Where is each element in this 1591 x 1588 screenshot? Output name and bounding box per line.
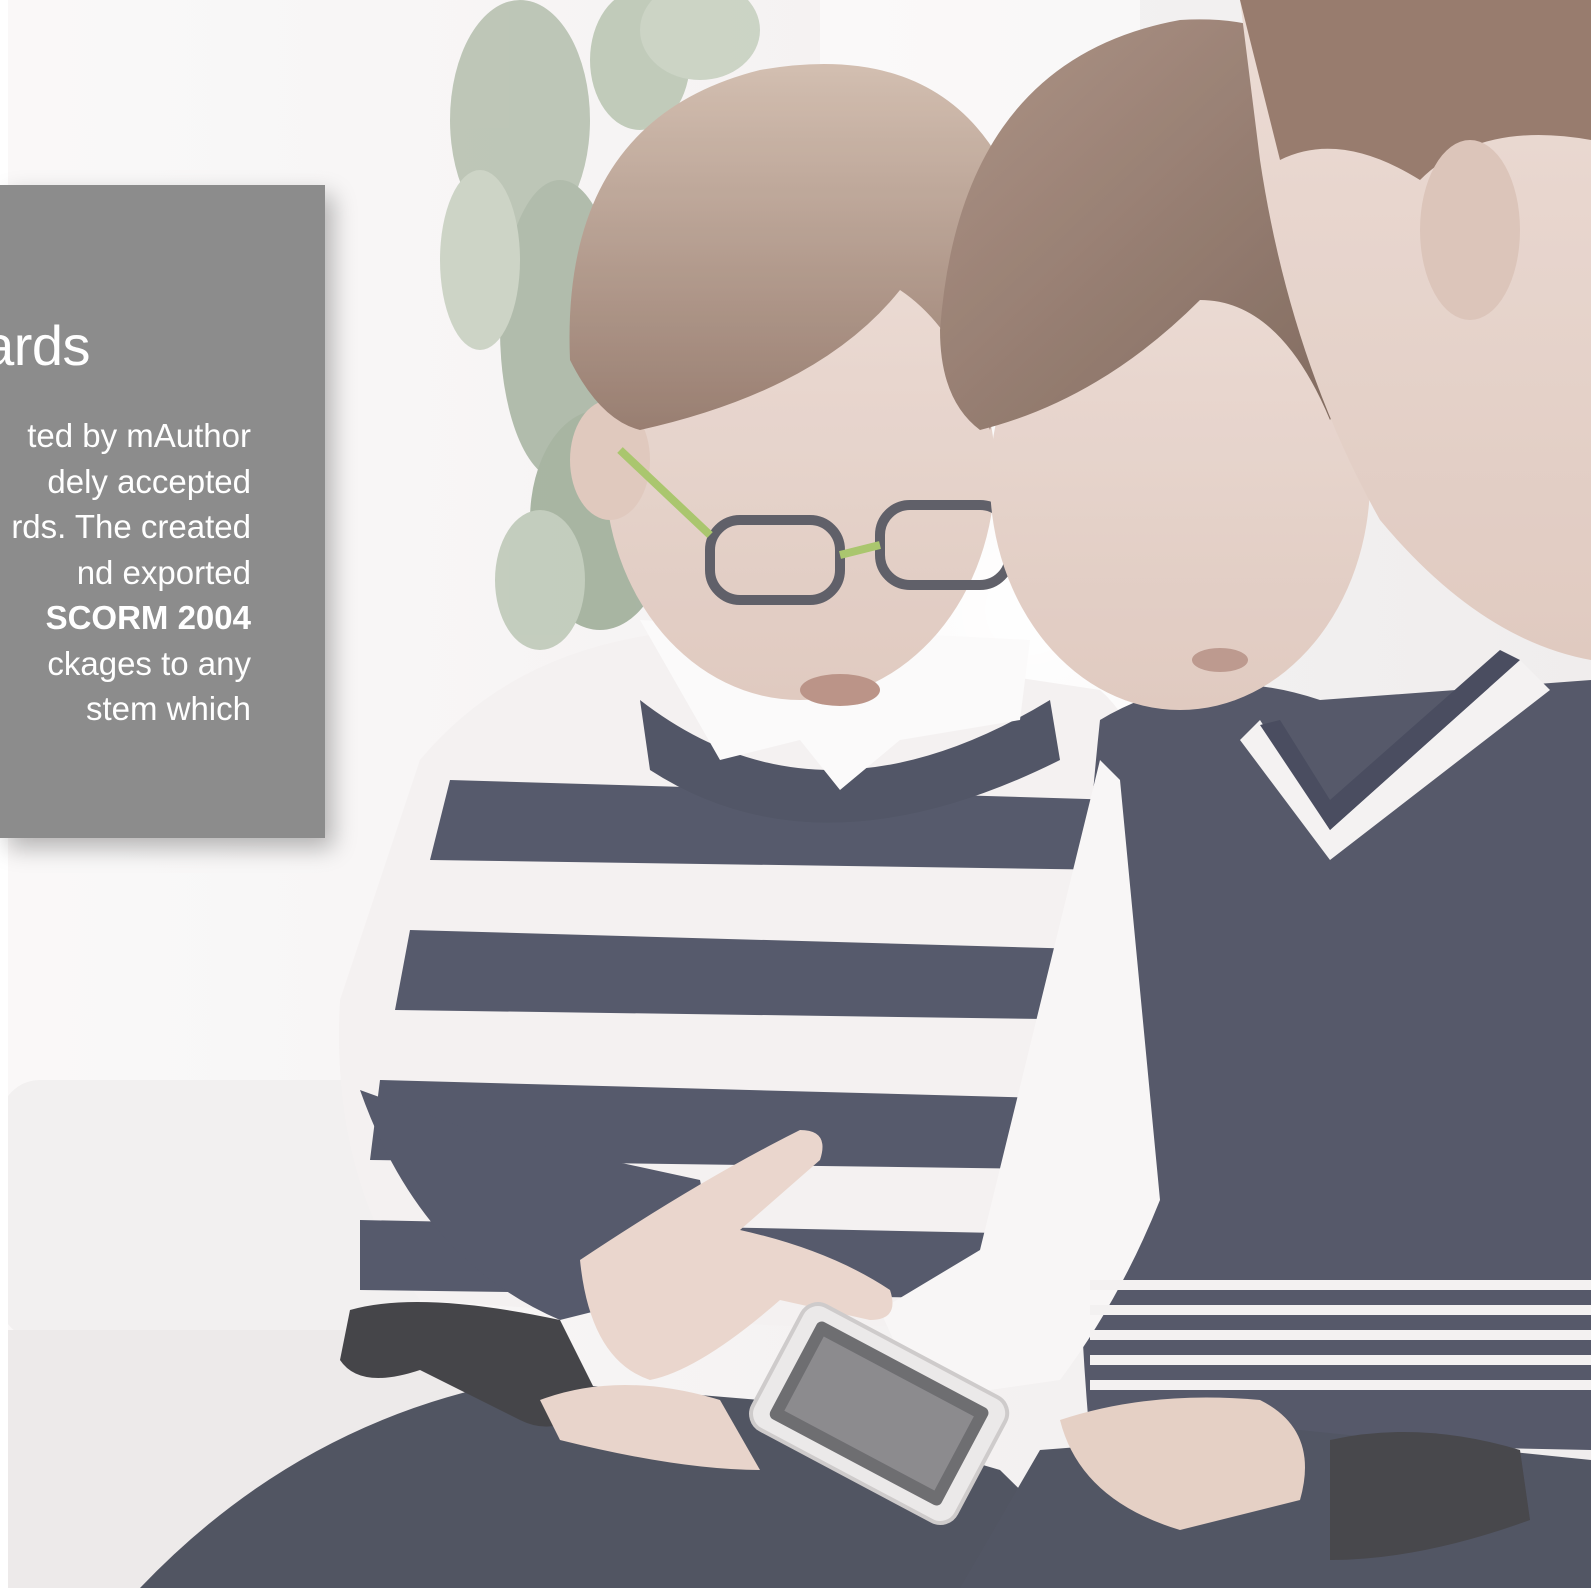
panel-line: dely accepted [47,462,251,500]
panel-line: stem which [85,690,251,727]
info-panel: ards ted by mAuthor dely accepted rds. T… [0,185,325,838]
panel-body: ted by mAuthor dely accepted rds. The cr… [0,413,251,732]
panel-line: ted by mAuthor [27,417,251,454]
panel-title: ards [0,314,91,377]
panel-line: nd exported [76,553,251,591]
hero-section: ards ted by mAuthor dely accepted rds. T… [0,0,1591,1588]
panel-line: ckages to any [47,644,251,682]
panel-line-bold: SCORM 2004 [45,599,251,636]
panel-line: rds. The created [11,508,251,545]
